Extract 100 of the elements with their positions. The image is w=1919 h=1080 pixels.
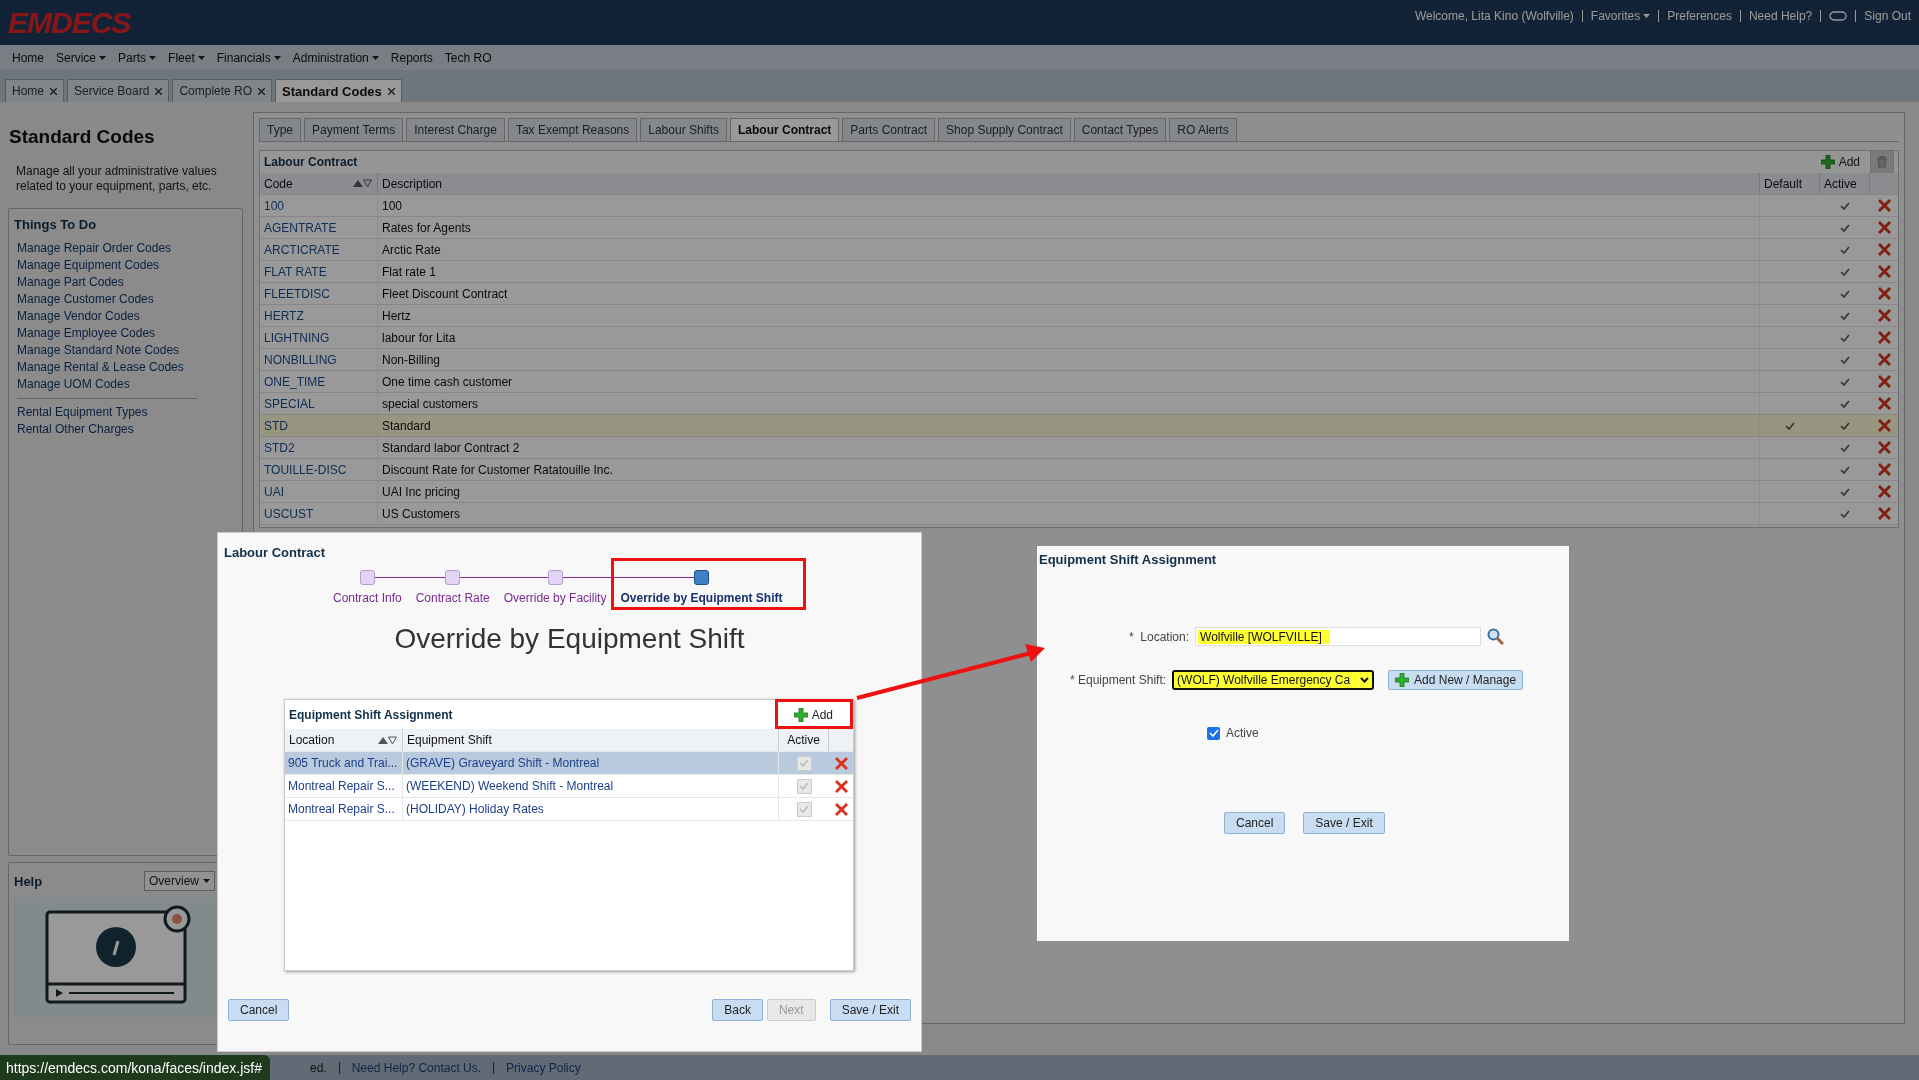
table-cell[interactable]: TOUILLE-DISC: [260, 459, 378, 480]
sidebar-link[interactable]: Manage Customer Codes: [14, 291, 237, 308]
sign-out-link[interactable]: Sign Out: [1864, 8, 1911, 23]
grid-row[interactable]: Montreal Repair S... (WEEKEND) Weekend Shift - Montreal: [285, 775, 853, 798]
delete-icon[interactable]: [1877, 221, 1891, 234]
sidebar-link[interactable]: Rental Other Charges: [14, 421, 237, 438]
sidebar-link[interactable]: Manage Employee Codes: [14, 325, 237, 342]
sidebar-link[interactable]: Manage Vendor Codes: [14, 308, 237, 325]
footer-link[interactable]: Need Help? Contact Us.: [351, 1060, 482, 1075]
table-row[interactable]: TOUILLE-DISC Discount Rate for Customer Ratatouille Inc.: [260, 459, 1898, 481]
delete-icon[interactable]: [1877, 243, 1891, 256]
table-row[interactable]: UAI UAI Inc pricing: [260, 481, 1898, 503]
sub-tab[interactable]: Contact Types: [1073, 118, 1167, 141]
table-row[interactable]: LIGHTNING labour for Lita: [260, 327, 1898, 349]
table-cell[interactable]: LIGHTNING: [260, 327, 378, 348]
delete-icon[interactable]: [1877, 353, 1891, 366]
dialog-button[interactable]: Cancel: [228, 999, 290, 1021]
table-row[interactable]: SPECIAL special customers: [260, 393, 1898, 415]
page-tab[interactable]: Home: [5, 79, 64, 102]
table-cell[interactable]: 100: [260, 195, 378, 216]
sidebar-link[interactable]: Rental Equipment Types: [14, 404, 237, 421]
sub-tab[interactable]: Parts Contract: [842, 118, 936, 141]
column-header[interactable]: Location: [285, 729, 403, 751]
column-header[interactable]: Active: [779, 729, 829, 751]
sub-tab[interactable]: Interest Charge: [406, 118, 505, 141]
table-row[interactable]: FLAT RATE Flat rate 1: [260, 261, 1898, 283]
column-header[interactable]: Equipment Shift: [403, 729, 779, 751]
delete-icon[interactable]: [1877, 397, 1891, 410]
menu-item[interactable]: Administration: [292, 50, 379, 65]
sub-tab[interactable]: Payment Terms: [304, 118, 404, 141]
table-cell[interactable]: USCUST: [260, 503, 378, 524]
table-row[interactable]: 100 100: [260, 195, 1898, 217]
dialog-button[interactable]: Back: [712, 999, 763, 1021]
menu-item[interactable]: Parts: [118, 50, 157, 65]
delete-icon[interactable]: [1877, 485, 1891, 498]
header-link[interactable]: Need Help?: [1748, 8, 1813, 23]
page-tab[interactable]: Service Board: [67, 79, 170, 102]
sub-tab[interactable]: Type: [259, 118, 301, 141]
column-header[interactable]: Description: [378, 173, 1760, 194]
sidebar-link[interactable]: Manage Rental & Lease Codes: [14, 359, 237, 376]
add-button[interactable]: Add: [1820, 155, 1860, 169]
sub-tab[interactable]: Labour Shifts: [640, 118, 727, 141]
table-cell[interactable]: NONBILLING: [260, 349, 378, 370]
table-cell[interactable]: FLAT RATE: [260, 261, 378, 282]
step-label[interactable]: Contract Info: [333, 591, 402, 605]
table-row[interactable]: FLEETDISC Fleet Discount Contract: [260, 283, 1898, 305]
sub-tab[interactable]: Labour Contract: [730, 118, 840, 141]
footer-link[interactable]: Privacy Policy: [506, 1060, 581, 1075]
dialog-button[interactable]: Cancel: [1224, 812, 1286, 834]
dialog-button[interactable]: Save / Exit: [1303, 812, 1385, 834]
sub-tab[interactable]: Tax Exempt Reasons: [507, 118, 638, 141]
step-label[interactable]: Override by Facility: [503, 591, 607, 605]
sidebar-link[interactable]: Manage Part Codes: [14, 274, 237, 291]
table-cell[interactable]: AGENTRATE: [260, 217, 378, 238]
help-select[interactable]: Overview: [144, 871, 215, 891]
sort-icon[interactable]: [353, 179, 373, 188]
menu-item[interactable]: Home: [12, 50, 44, 65]
column-header[interactable]: Default: [1760, 173, 1820, 194]
header-link[interactable]: Favorites: [1590, 8, 1651, 23]
delete-icon[interactable]: [1877, 287, 1891, 300]
sidebar-link[interactable]: Manage Equipment Codes: [14, 257, 237, 274]
delete-icon[interactable]: [1877, 265, 1891, 278]
table-cell[interactable]: STD: [260, 415, 378, 436]
close-icon[interactable]: [155, 87, 163, 95]
sidebar-link[interactable]: Manage Repair Order Codes: [14, 240, 237, 257]
delete-icon[interactable]: [1877, 419, 1891, 432]
table-cell[interactable]: HERTZ: [260, 305, 378, 326]
sort-icon[interactable]: [378, 735, 398, 745]
sub-tab[interactable]: Shop Supply Contract: [938, 118, 1071, 141]
add-button[interactable]: Add: [793, 707, 833, 722]
table-row[interactable]: ARCTICRATE Arctic Rate: [260, 239, 1898, 261]
table-cell[interactable]: SPECIAL: [260, 393, 378, 414]
delete-button[interactable]: [1870, 150, 1894, 174]
delete-icon[interactable]: [1877, 441, 1891, 454]
table-row[interactable]: USCUST US Customers: [260, 503, 1898, 525]
table-row[interactable]: STD2 Standard labor Contract 2: [260, 437, 1898, 459]
location-field[interactable]: Wolfville [WOLFVILLE]: [1195, 627, 1482, 646]
delete-icon[interactable]: [1877, 331, 1891, 344]
dialog-button[interactable]: Save / Exit: [829, 999, 911, 1021]
delete-icon[interactable]: [1877, 309, 1891, 322]
table-cell[interactable]: STD2: [260, 437, 378, 458]
table-row[interactable]: HERTZ Hertz: [260, 305, 1898, 327]
search-icon[interactable]: [1487, 628, 1505, 645]
menu-item[interactable]: Reports: [390, 50, 433, 65]
chat-icon[interactable]: [1829, 10, 1848, 21]
table-row[interactable]: STD Standard: [260, 415, 1898, 437]
table-row[interactable]: NONBILLING Non-Billing: [260, 349, 1898, 371]
close-icon[interactable]: [50, 87, 57, 95]
active-checkbox[interactable]: [1207, 726, 1220, 740]
menu-item[interactable]: Financials: [216, 50, 281, 65]
step-label[interactable]: Contract Rate: [415, 591, 490, 605]
menu-item[interactable]: Tech RO: [444, 50, 492, 65]
delete-icon[interactable]: [1877, 507, 1891, 520]
header-link[interactable]: Preferences: [1667, 8, 1732, 23]
delete-icon[interactable]: [834, 802, 848, 816]
column-header[interactable]: Code: [260, 173, 378, 194]
sub-tab[interactable]: RO Alerts: [1169, 118, 1237, 141]
table-row[interactable]: AGENTRATE Rates for Agents: [260, 217, 1898, 239]
table-cell[interactable]: FLEETDISC: [260, 283, 378, 304]
close-icon[interactable]: [258, 87, 266, 95]
